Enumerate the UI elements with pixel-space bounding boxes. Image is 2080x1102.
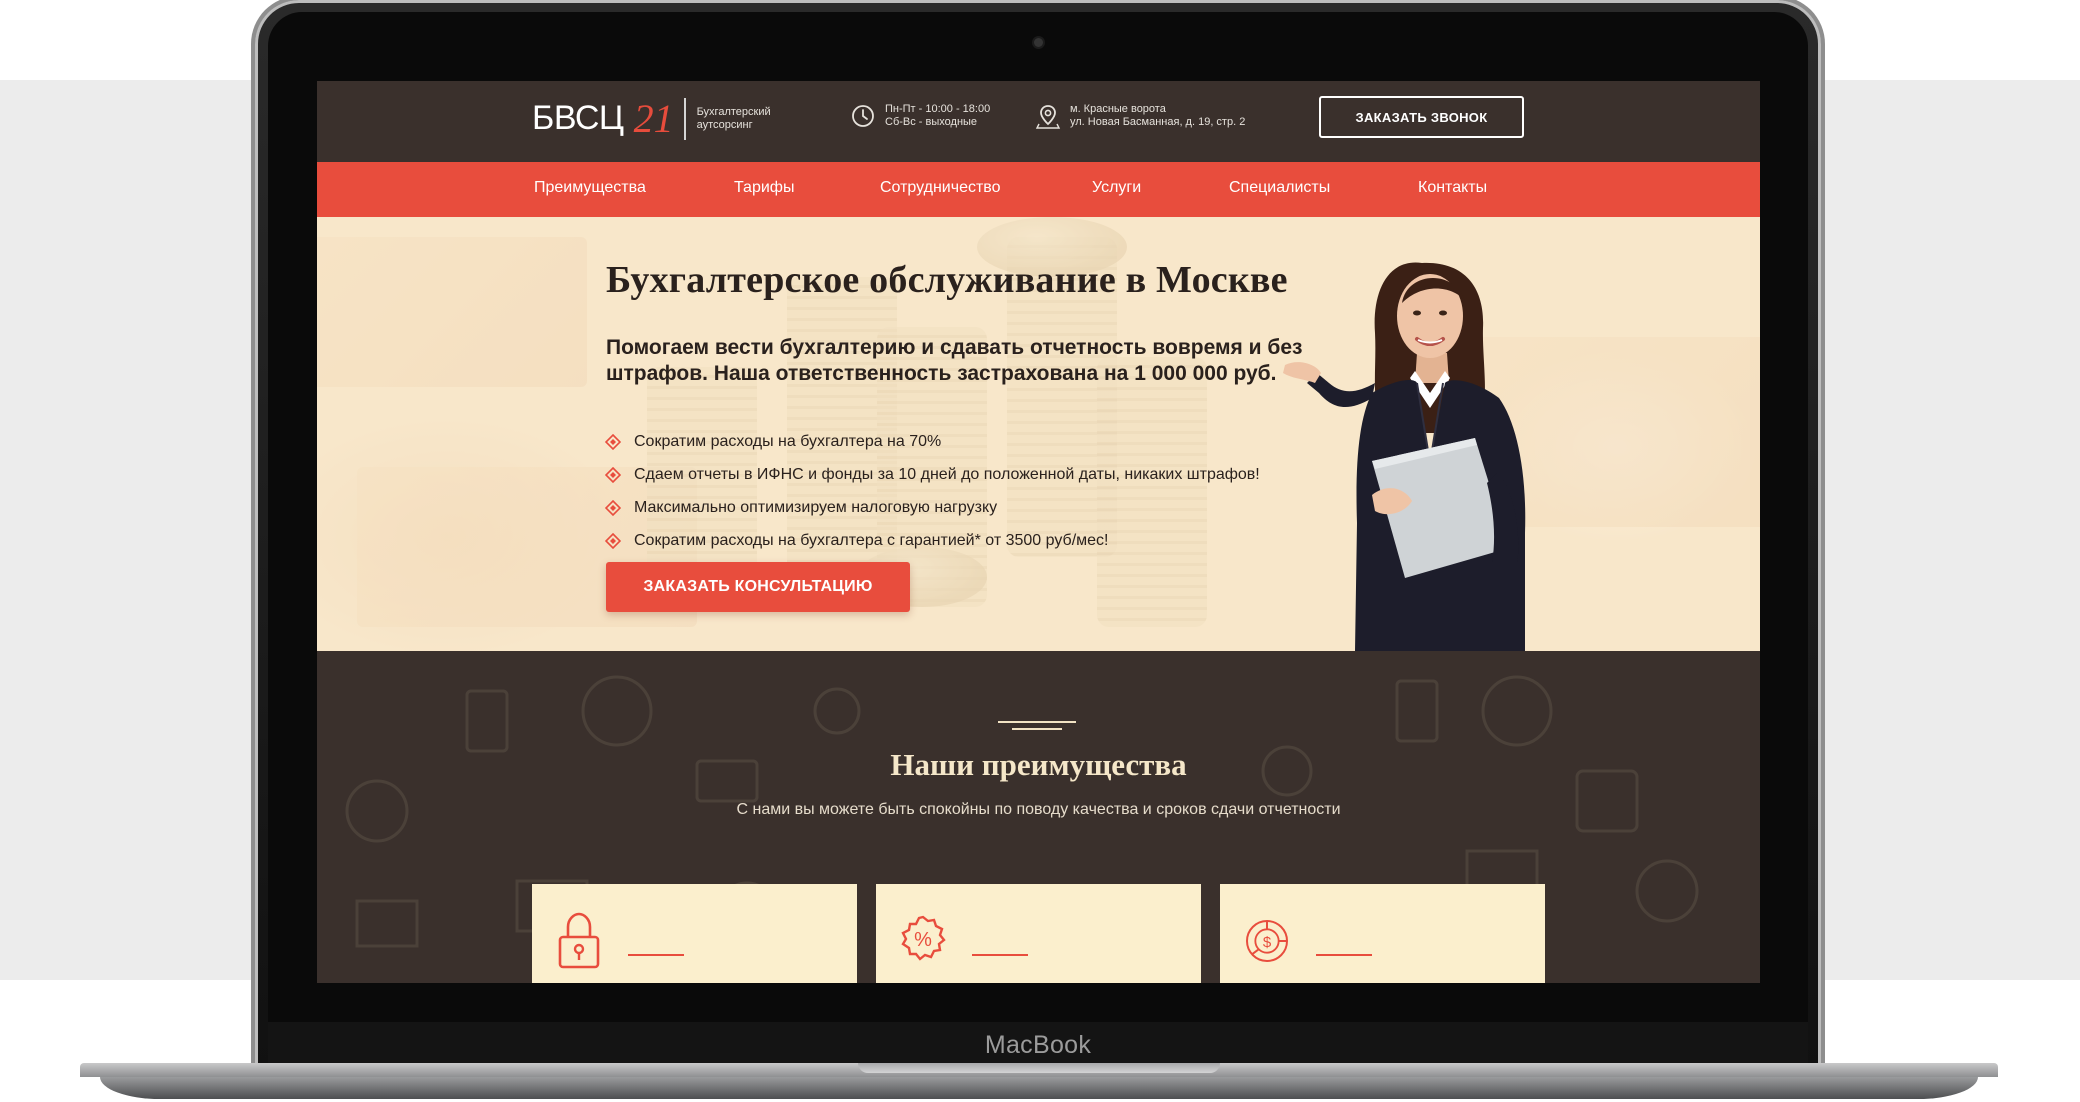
svg-text:$: $ (1263, 934, 1272, 951)
hours-line-1: Пн-Пт - 10:00 - 18:00 (885, 103, 991, 115)
svg-text:%: % (914, 929, 932, 951)
card-accent-line (628, 954, 684, 956)
nav-item-contacts[interactable]: Контакты (1418, 179, 1487, 197)
website-screen: БВСЦ 21 Бухгалтерский аутсорсинг Пн-Пт -… (317, 81, 1760, 983)
benefit-text: Сдаем отчеты в ИФНС и фонды за 10 дней д… (634, 465, 1260, 483)
list-item: Сдаем отчеты в ИФНС и фонды за 10 дней д… (605, 458, 1260, 491)
logo-tagline: Бухгалтерский аутсорсинг (697, 106, 771, 132)
address-line-1: м. Красные ворота (1070, 103, 1166, 115)
decor-line (998, 721, 1076, 723)
laptop-brand-strip: MacBook (268, 1022, 1808, 1068)
hero-benefits-list: Сократим расходы на бухгалтера на 70% Сд… (605, 425, 1260, 557)
site-header: БВСЦ 21 Бухгалтерский аутсорсинг Пн-Пт -… (317, 81, 1760, 162)
advantage-card: % (876, 884, 1201, 983)
advantages-subtitle: С нами вы можете быть спокойны по поводу… (736, 801, 1341, 818)
working-hours: Пн-Пт - 10:00 - 18:00 Сб-Вс - выходные (850, 103, 990, 129)
nav-item-tariffs[interactable]: Тарифы (734, 179, 794, 197)
logo-number: 21 (633, 96, 674, 141)
logo-text: БВСЦ (532, 99, 624, 137)
advantages-title: Наши преимущества (890, 747, 1187, 782)
address-line-2: ул. Новая Басманная, д. 19, стр. 2 (1070, 116, 1246, 128)
dollar-chart-icon: $ (1246, 920, 1288, 962)
benefit-text: Сократим расходы на бухгалтера на 70% (634, 432, 942, 450)
callback-button[interactable]: ЗАКАЗАТЬ ЗВОНОК (1319, 96, 1524, 138)
nav-item-specialists[interactable]: Специалисты (1229, 179, 1330, 197)
list-item: Максимально оптимизируем налоговую нагру… (605, 491, 1260, 524)
clock-icon (852, 105, 874, 127)
logo[interactable]: БВСЦ 21 Бухгалтерский аутсорсинг (532, 95, 771, 142)
camera-icon (1034, 38, 1043, 47)
nav-item-cooperation[interactable]: Сотрудничество (880, 179, 1001, 197)
nav-item-services[interactable]: Услуги (1092, 179, 1141, 197)
logo-tagline-line-2: аутсорсинг (696, 118, 753, 131)
diamond-bullet-icon (605, 433, 621, 450)
diamond-bullet-icon (605, 466, 621, 483)
businesswoman-photo (1283, 262, 1526, 651)
hero-section: Бухгалтерское обслуживание в Москве Помо… (317, 217, 1760, 651)
list-item: Сократим расходы на бухгалтера с гаранти… (605, 524, 1260, 557)
list-item: Сократим расходы на бухгалтера на 70% (605, 425, 1260, 458)
order-consultation-button[interactable]: ЗАКАЗАТЬ КОНСУЛЬТАЦИЮ (606, 562, 910, 612)
lock-icon (558, 912, 600, 969)
diamond-bullet-icon (605, 499, 621, 516)
advantage-card (532, 884, 857, 983)
address: м. Красные ворота ул. Новая Басманная, д… (1035, 103, 1245, 129)
logo-tagline-line-1: Бухгалтерский (696, 105, 771, 118)
main-nav: Преимущества Тарифы Сотрудничество Услуг… (317, 162, 1760, 217)
map-pin-icon (1035, 105, 1061, 129)
advantage-card: $ (1220, 884, 1545, 983)
laptop-base-bottom (100, 1077, 1978, 1099)
benefit-text: Сократим расходы на бухгалтера с гаранти… (634, 531, 1109, 549)
benefit-text: Максимально оптимизируем налоговую нагру… (634, 498, 998, 516)
percent-icon: % (901, 915, 946, 961)
nav-item-advantages[interactable]: Преимущества (534, 179, 646, 197)
laptop-brand-label: MacBook (984, 1030, 1092, 1059)
advantages-section: Наши преимущества С нами вы можете быть … (317, 651, 1760, 983)
card-accent-line (972, 954, 1028, 956)
decor-line (1012, 728, 1062, 730)
diamond-bullet-icon (605, 532, 621, 549)
laptop-notch (858, 1063, 1220, 1073)
hero-subtitle: Помогаем вести бухгалтерию и сдавать отч… (606, 336, 1303, 385)
hero-title: Бухгалтерское обслуживание в Москве (606, 259, 1288, 301)
card-accent-line (1316, 954, 1372, 956)
hours-line-2: Сб-Вс - выходные (885, 116, 978, 128)
logo-divider (683, 97, 686, 140)
